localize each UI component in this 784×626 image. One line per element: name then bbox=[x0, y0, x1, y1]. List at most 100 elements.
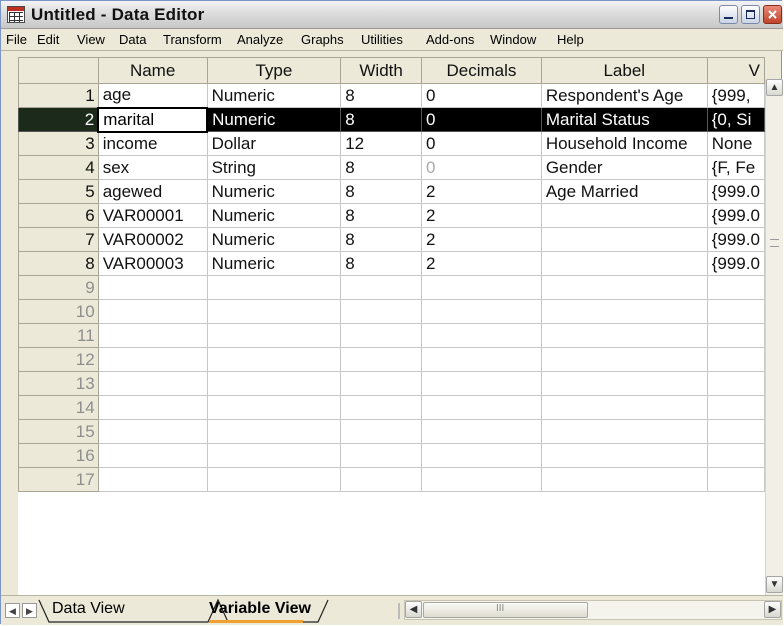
empty-cell[interactable] bbox=[340, 371, 423, 396]
empty-row[interactable]: 9 bbox=[18, 275, 765, 300]
row-number[interactable]: 7 bbox=[18, 227, 99, 252]
empty-cell[interactable] bbox=[540, 371, 708, 396]
variable-row[interactable]: 3 income Dollar 12 0 Household Income No… bbox=[18, 131, 765, 156]
menu-file[interactable]: File bbox=[6, 32, 27, 47]
empty-cell[interactable] bbox=[206, 443, 342, 468]
empty-cell[interactable] bbox=[97, 323, 208, 348]
row-number[interactable]: 13 bbox=[18, 371, 99, 396]
empty-cell[interactable] bbox=[206, 371, 342, 396]
cell-values[interactable]: {F, Fe bbox=[706, 155, 765, 180]
menu-transform[interactable]: Transform bbox=[163, 32, 222, 47]
cell-name[interactable]: VAR00001 bbox=[97, 203, 208, 228]
empty-cell[interactable] bbox=[206, 299, 342, 324]
column-header-decimals[interactable]: Decimals bbox=[421, 57, 542, 84]
cell-values[interactable]: {0, Si bbox=[706, 107, 765, 132]
cell-values[interactable]: {999.0 bbox=[706, 227, 765, 252]
variable-row[interactable]: 1 age Numeric 8 0 Respondent's Age {999, bbox=[18, 83, 765, 108]
tab-scroll-left-icon[interactable]: ◀ bbox=[5, 603, 20, 618]
cell-label[interactable]: Gender bbox=[540, 155, 708, 180]
cell-width[interactable]: 12 bbox=[340, 131, 423, 156]
empty-cell[interactable] bbox=[421, 323, 542, 348]
row-number[interactable]: 6 bbox=[18, 203, 99, 228]
empty-cell[interactable] bbox=[97, 299, 208, 324]
cell-type[interactable]: String bbox=[206, 155, 342, 180]
empty-cell[interactable] bbox=[97, 467, 208, 492]
cell-name[interactable]: age bbox=[97, 83, 208, 108]
variable-row-selected[interactable]: 2 marital Numeric 8 0 Marital Status {0,… bbox=[18, 106, 765, 133]
tab-variable-view[interactable]: Variable View bbox=[209, 600, 311, 618]
empty-cell[interactable] bbox=[540, 443, 708, 468]
cell-decimals[interactable]: 2 bbox=[421, 251, 542, 276]
cell-name[interactable]: sex bbox=[97, 155, 208, 180]
column-header-name[interactable]: Name bbox=[97, 57, 208, 84]
cell-type[interactable]: Numeric bbox=[206, 179, 342, 204]
empty-cell[interactable] bbox=[206, 275, 342, 300]
empty-cell[interactable] bbox=[340, 419, 423, 444]
row-number[interactable]: 17 bbox=[18, 467, 99, 492]
menu-window[interactable]: Window bbox=[490, 32, 536, 47]
splitter-handle[interactable] bbox=[398, 603, 400, 619]
empty-cell[interactable] bbox=[206, 395, 342, 420]
row-number[interactable]: 5 bbox=[18, 179, 99, 204]
empty-row[interactable]: 12 bbox=[18, 347, 765, 372]
empty-cell[interactable] bbox=[421, 371, 542, 396]
empty-cell[interactable] bbox=[421, 275, 542, 300]
cell-decimals[interactable]: 2 bbox=[421, 179, 542, 204]
variable-row[interactable]: 6 VAR00001 Numeric 8 2 {999.0 bbox=[18, 203, 765, 228]
row-number[interactable]: 3 bbox=[18, 131, 99, 156]
empty-cell[interactable] bbox=[340, 395, 423, 420]
tab-scroll-right-icon[interactable]: ▶ bbox=[22, 603, 37, 618]
cell-type[interactable]: Numeric bbox=[206, 251, 342, 276]
cell-label[interactable]: Respondent's Age bbox=[540, 83, 708, 108]
cell-label[interactable] bbox=[540, 251, 708, 276]
empty-cell[interactable] bbox=[706, 275, 765, 300]
tab-data-view[interactable]: Data View bbox=[52, 600, 125, 618]
cell-label[interactable] bbox=[540, 227, 708, 252]
scroll-up-icon[interactable]: ▲ bbox=[766, 79, 783, 96]
cell-label[interactable] bbox=[540, 203, 708, 228]
menu-utilities[interactable]: Utilities bbox=[361, 32, 403, 47]
corner-cell[interactable] bbox=[18, 57, 99, 84]
menu-edit[interactable]: Edit bbox=[37, 32, 59, 47]
empty-cell[interactable] bbox=[340, 347, 423, 372]
cell-label[interactable]: Marital Status bbox=[540, 107, 708, 132]
empty-cell[interactable] bbox=[97, 395, 208, 420]
empty-cell[interactable] bbox=[706, 299, 765, 324]
cell-width[interactable]: 8 bbox=[340, 155, 423, 180]
empty-cell[interactable] bbox=[421, 347, 542, 372]
horizontal-scroll-thumb[interactable]: III bbox=[423, 602, 588, 618]
empty-cell[interactable] bbox=[540, 419, 708, 444]
empty-cell[interactable] bbox=[706, 467, 765, 492]
empty-cell[interactable] bbox=[706, 347, 765, 372]
empty-cell[interactable] bbox=[421, 467, 542, 492]
empty-cell[interactable] bbox=[97, 275, 208, 300]
empty-cell[interactable] bbox=[340, 275, 423, 300]
empty-cell[interactable] bbox=[706, 419, 765, 444]
empty-cell[interactable] bbox=[706, 395, 765, 420]
column-header-values[interactable]: V bbox=[706, 57, 765, 84]
cell-width[interactable]: 8 bbox=[340, 83, 423, 108]
empty-row[interactable]: 16 bbox=[18, 443, 765, 468]
empty-cell[interactable] bbox=[340, 443, 423, 468]
empty-row[interactable]: 15 bbox=[18, 419, 765, 444]
cell-width[interactable]: 8 bbox=[340, 227, 423, 252]
variable-row[interactable]: 4 sex String 8 0 Gender {F, Fe bbox=[18, 155, 765, 180]
row-number[interactable]: 14 bbox=[18, 395, 99, 420]
row-number[interactable]: 4 bbox=[18, 155, 99, 180]
empty-cell[interactable] bbox=[97, 347, 208, 372]
cell-type[interactable]: Dollar bbox=[206, 131, 342, 156]
cell-type[interactable]: Numeric bbox=[206, 83, 342, 108]
empty-cell[interactable] bbox=[540, 323, 708, 348]
cell-name[interactable]: VAR00002 bbox=[97, 227, 208, 252]
cell-decimals[interactable]: 0 bbox=[421, 83, 542, 108]
close-button[interactable] bbox=[763, 5, 782, 24]
empty-row[interactable]: 11 bbox=[18, 323, 765, 348]
menu-analyze[interactable]: Analyze bbox=[237, 32, 283, 47]
cell-label[interactable]: Household Income bbox=[540, 131, 708, 156]
cell-decimals[interactable]: 2 bbox=[421, 203, 542, 228]
empty-cell[interactable] bbox=[421, 419, 542, 444]
empty-cell[interactable] bbox=[421, 299, 542, 324]
row-number[interactable]: 11 bbox=[18, 323, 99, 348]
empty-cell[interactable] bbox=[340, 299, 423, 324]
column-header-label[interactable]: Label bbox=[540, 57, 708, 84]
